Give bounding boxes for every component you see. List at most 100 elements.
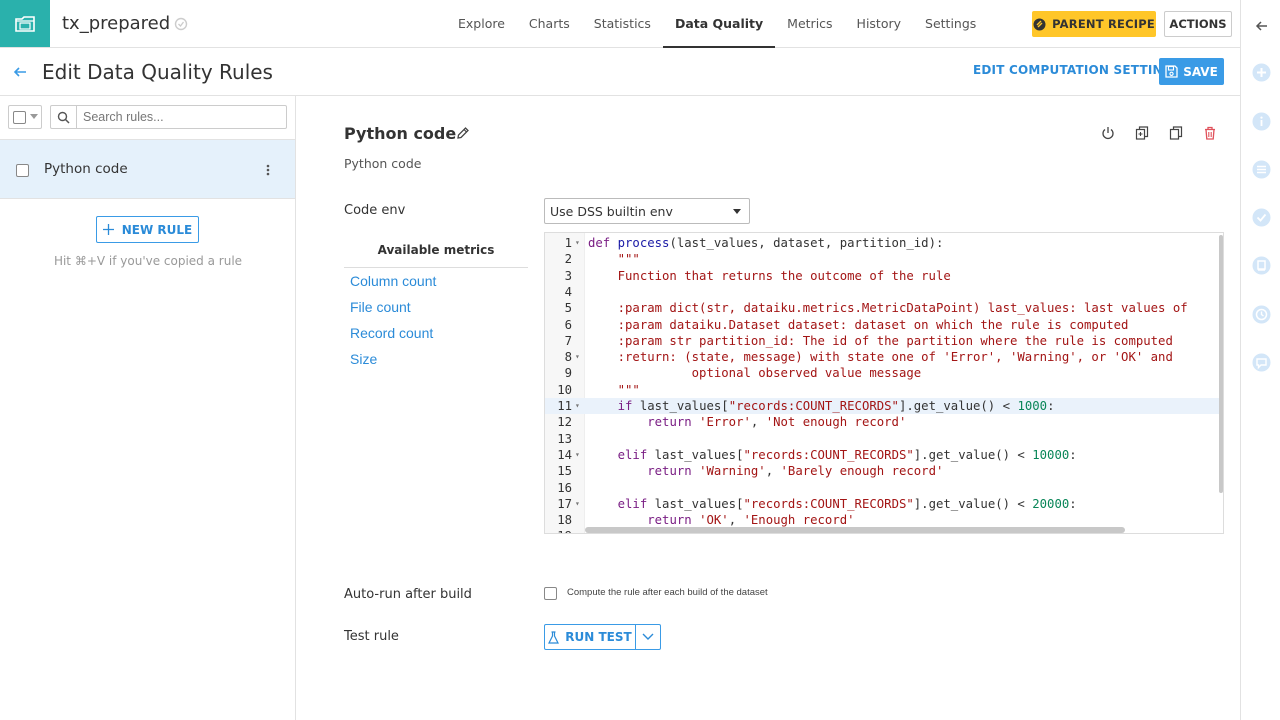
discussion-icon[interactable] [1252,353,1271,372]
run-test-group: RUN TEST [544,624,661,650]
search-rules-input[interactable] [77,110,277,124]
add-circle-icon[interactable] [1252,63,1271,82]
select-all-dropdown[interactable] [8,105,42,129]
rule-toolbar [1101,126,1217,140]
collapse-arrow-icon[interactable] [1252,16,1271,35]
chevron-down-icon [733,209,741,214]
metric-link-file-count[interactable]: File count [344,294,528,320]
code-line[interactable]: 6 :param dataiku.Dataset dataset: datase… [545,317,1223,333]
list-icon[interactable] [1252,160,1271,179]
line-number: 5 [564,301,572,316]
dataset-status-icon[interactable] [174,17,188,31]
metric-link-size[interactable]: Size [344,346,528,372]
back-arrow-icon[interactable] [12,64,28,80]
code-line[interactable]: 1 ▾ def process(last_values, dataset, part… [545,235,1223,251]
code-text: return 'Warning', 'Barely enough record' [647,464,944,479]
line-number: 14 [557,447,572,462]
rule-item-label: Python code [44,161,128,177]
code-env-label: Code env [344,203,406,218]
save-disk-icon [1165,65,1178,78]
power-icon[interactable] [1101,126,1115,140]
folder-icon [15,15,35,32]
rule-list-item[interactable]: Python code [0,139,295,199]
available-metrics-header: Available metrics [344,232,528,268]
line-number: 13 [557,431,572,446]
metrics-list: Column count File count Record count Size [344,268,528,372]
metric-link-column-count[interactable]: Column count [344,268,528,294]
code-line[interactable]: 3 Function that returns the outcome of t… [545,268,1223,284]
vertical-scrollbar[interactable] [1219,235,1223,493]
tab-data-quality[interactable]: Data Quality [662,0,776,48]
fold-toggle-icon[interactable]: ▾ [575,447,580,463]
new-rule-button[interactable]: NEW RULE [96,216,199,243]
rules-sidebar: Python code NEW RULE Hit ⌘+V if you've c… [0,96,296,720]
tab-explore[interactable]: Explore [446,0,517,47]
run-test-options-button[interactable] [636,624,661,650]
select-all-checkbox[interactable] [13,110,26,124]
code-line[interactable]: 8 ▾ :return: (state, message) with state … [545,349,1223,365]
code-line[interactable]: 7 :param str partition_id: The id of the… [545,333,1223,349]
kebab-menu-icon[interactable] [262,162,274,178]
code-line[interactable]: 14 ▾ elif last_values["records:COUNT_RECO… [545,447,1223,463]
fold-toggle-icon[interactable]: ▾ [575,349,580,365]
history-clock-icon[interactable] [1252,305,1271,324]
dataset-icon[interactable] [0,0,50,47]
code-text: :param dict(str, dataiku.metrics.MetricD… [588,301,1188,316]
parent-recipe-button[interactable]: PARENT RECIPE [1032,11,1156,37]
code-text: :param str partition_id: The id of the p… [588,333,1173,348]
code-env-value: Use DSS builtin env [550,203,673,219]
code-line[interactable]: 18 return 'OK', 'Enough record' [545,512,1223,528]
fold-toggle-icon[interactable]: ▾ [575,235,580,251]
line-number: 12 [557,415,572,430]
code-line[interactable]: 11 ▾ if last_values["records:COUNT_RECORD… [545,398,1223,415]
chevron-down-icon [642,633,654,640]
code-line[interactable]: 10 """ [545,382,1223,398]
tab-settings[interactable]: Settings [913,0,988,47]
code-line[interactable]: 17 ▾ elif last_values["records:COUNT_RECO… [545,496,1223,512]
code-line[interactable]: 2 """ [545,251,1223,267]
fold-toggle-icon[interactable]: ▾ [575,496,580,512]
rule-checkbox[interactable] [16,164,29,177]
code-line[interactable]: 5 :param dict(str, dataiku.metrics.Metri… [545,300,1223,316]
code-env-select[interactable]: Use DSS builtin env [544,198,750,224]
top-bar: tx_prepared Explore Charts Statistics Data … [0,0,1240,48]
code-text: elif last_values["records:COUNT_RECORDS"… [617,447,1077,462]
code-text: """ [588,382,640,397]
dataset-name[interactable]: tx_prepared [62,13,170,34]
code-editor[interactable]: 1 ▾ def process(last_values, dataset, part… [544,232,1224,534]
tab-metrics[interactable]: Metrics [775,0,844,47]
pencil-icon[interactable] [456,126,470,140]
horizontal-scrollbar[interactable] [585,527,1125,533]
code-line[interactable]: 4 [545,284,1223,300]
fold-toggle-icon[interactable]: ▾ [575,398,580,414]
code-text: Function that returns the outcome of the… [588,268,951,283]
code-line[interactable]: 15 return 'Warning', 'Barely enough reco… [545,463,1223,479]
code-line[interactable]: 13 [545,431,1223,447]
metric-link-record-count[interactable]: Record count [344,320,528,346]
tab-history[interactable]: History [845,0,913,47]
actions-button[interactable]: ACTIONS [1164,11,1232,37]
code-line[interactable]: 12 return 'Error', 'Not enough record' [545,414,1223,430]
autorun-description: Compute the rule after each build of the… [567,587,768,598]
duplicate-icon[interactable] [1135,126,1149,140]
run-test-button[interactable]: RUN TEST [544,624,636,650]
lab-icon[interactable] [1252,256,1271,275]
code-text: def process(last_values, dataset, partit… [588,236,944,250]
tab-statistics[interactable]: Statistics [582,0,663,47]
rule-subtitle: Python code [344,156,422,171]
paste-hint: Hit ⌘+V if you've copied a rule [53,254,243,268]
line-number: 15 [557,464,572,479]
nav-tabs: Explore Charts Statistics Data Quality Metri… [446,0,988,48]
check-circle-icon[interactable] [1252,208,1271,227]
code-line[interactable]: 16 [545,480,1223,496]
save-button[interactable]: SAVE [1159,58,1224,85]
tab-charts[interactable]: Charts [517,0,582,47]
info-icon[interactable] [1252,112,1271,131]
code-text: elif last_values["records:COUNT_RECORDS"… [617,496,1077,511]
code-line[interactable]: 9 optional observed value message [545,365,1223,381]
copy-icon[interactable] [1169,126,1183,140]
trash-icon[interactable] [1203,126,1217,140]
rule-title: Python code [344,124,457,143]
autorun-checkbox[interactable] [544,587,557,600]
edit-computation-settings-link[interactable]: EDIT COMPUTATION SETTINGS [973,63,1182,77]
